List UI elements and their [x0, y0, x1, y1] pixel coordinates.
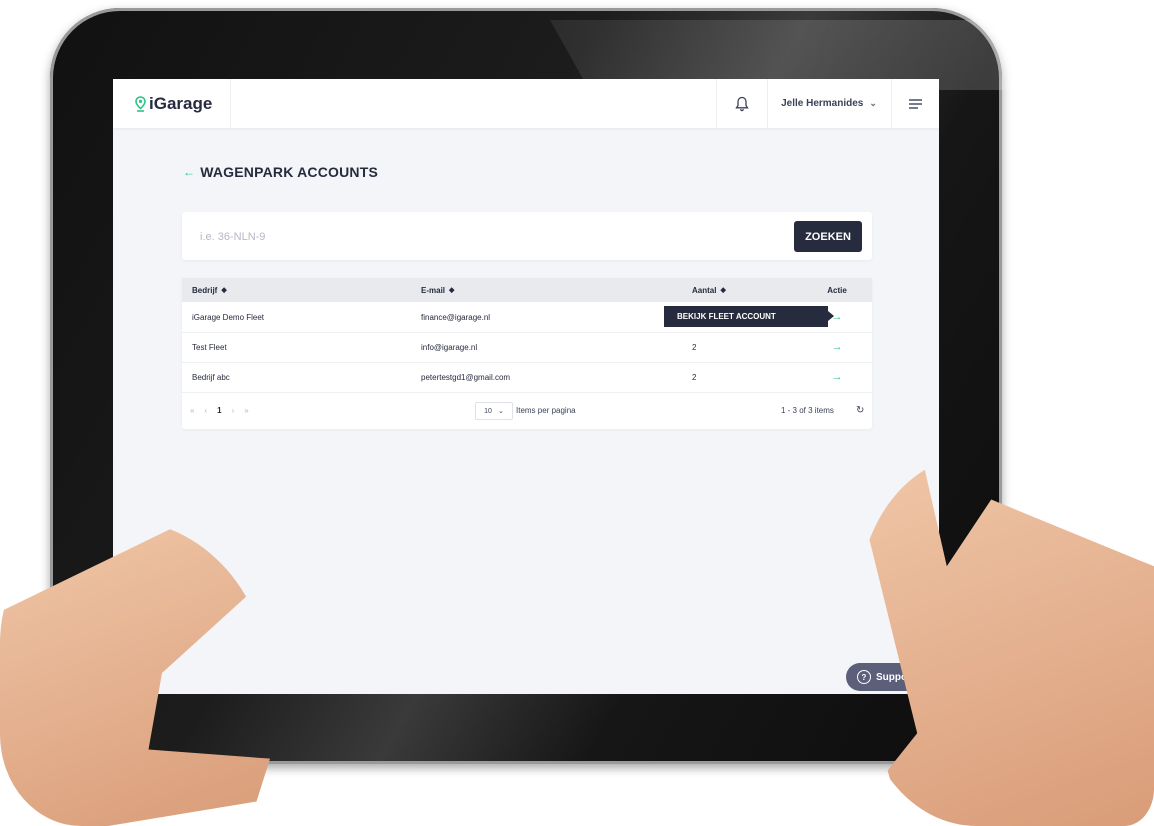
location-pin-icon: [135, 95, 146, 112]
app-name: iGarage: [149, 93, 213, 113]
page-title-text: WAGENPARK ACCOUNTS: [200, 164, 379, 180]
cell-bedrijf: Test Fleet: [192, 342, 227, 352]
sort-icon: ◆: [720, 287, 726, 294]
notifications-button[interactable]: [716, 79, 768, 128]
table-header: Bedrijf ◆ E-mail ◆ Aantal ◆ Actie: [182, 278, 872, 302]
cell-bedrijf: iGarage Demo Fleet: [192, 312, 265, 322]
column-header-bedrijf[interactable]: Bedrijf ◆: [192, 278, 227, 302]
page-nav: « ‹ 1 › »: [190, 392, 249, 428]
help-icon: ?: [857, 670, 871, 684]
refresh-icon[interactable]: ↻: [856, 392, 864, 428]
arrow-right-icon: →: [831, 371, 843, 383]
user-name: Jelle Hermanides: [781, 98, 864, 109]
cell-aantal: 2: [692, 342, 697, 352]
search-input[interactable]: [188, 222, 782, 252]
back-arrow-icon[interactable]: ←: [183, 165, 195, 179]
sort-icon: ◆: [449, 287, 455, 294]
logo[interactable]: iGarage: [113, 79, 231, 128]
table-row: Test Fleet info@igarage.nl 2 →: [182, 332, 872, 363]
search-button[interactable]: ZOEKEN: [794, 221, 862, 252]
next-page-icon[interactable]: ›: [232, 406, 235, 415]
page-title: ← WAGENPARK ACCOUNTS: [183, 164, 378, 180]
items-per-page-select[interactable]: 10 ⌄: [475, 402, 513, 420]
current-page[interactable]: 1: [217, 406, 221, 415]
items-per-page-value: 10: [484, 407, 492, 415]
sort-icon: ◆: [221, 287, 227, 294]
user-menu[interactable]: Jelle Hermanides ⌄: [767, 79, 892, 128]
right-hand: [866, 455, 1154, 826]
chevron-down-icon: ⌄: [497, 408, 504, 415]
bell-icon: [735, 96, 749, 111]
view-account-button[interactable]: →: [822, 332, 852, 362]
first-page-icon[interactable]: «: [190, 406, 194, 415]
fleet-accounts-table: Bedrijf ◆ E-mail ◆ Aantal ◆ Actie iGarage D…: [182, 278, 872, 429]
items-range: 1 - 3 of 3 items: [781, 405, 834, 415]
prev-page-icon[interactable]: ‹: [204, 406, 207, 415]
view-account-tooltip: BEKIJK FLEET ACCOUNT: [664, 306, 834, 327]
menu-icon: [909, 98, 922, 109]
cell-bedrijf: Bedrijf abc: [192, 372, 230, 382]
column-header-email[interactable]: E-mail ◆: [421, 278, 454, 302]
cell-email: finance@igarage.nl: [421, 312, 491, 322]
cell-email: info@igarage.nl: [421, 342, 478, 352]
column-header-aantal[interactable]: Aantal ◆: [692, 278, 726, 302]
last-page-icon[interactable]: »: [244, 406, 248, 415]
column-header-actie: Actie: [827, 285, 847, 295]
table-row: Bedrijf abc petertestgd1@gmail.com 2 →: [182, 362, 872, 393]
cell-aantal: 2: [692, 372, 697, 382]
cell-email: petertestgd1@gmail.com: [421, 372, 511, 382]
pagination: « ‹ 1 › » 10 ⌄ Items per pagina 1 - 3 of…: [182, 392, 872, 428]
top-header: iGarage Jelle Hermanides ⌄: [113, 79, 939, 128]
chevron-down-icon: ⌄: [869, 98, 877, 108]
search-bar: ZOEKEN: [182, 212, 872, 260]
view-account-button[interactable]: →: [822, 362, 852, 392]
hamburger-menu-button[interactable]: [892, 79, 939, 128]
items-per-page-label: Items per pagina: [516, 405, 576, 415]
arrow-right-icon: →: [831, 341, 843, 353]
